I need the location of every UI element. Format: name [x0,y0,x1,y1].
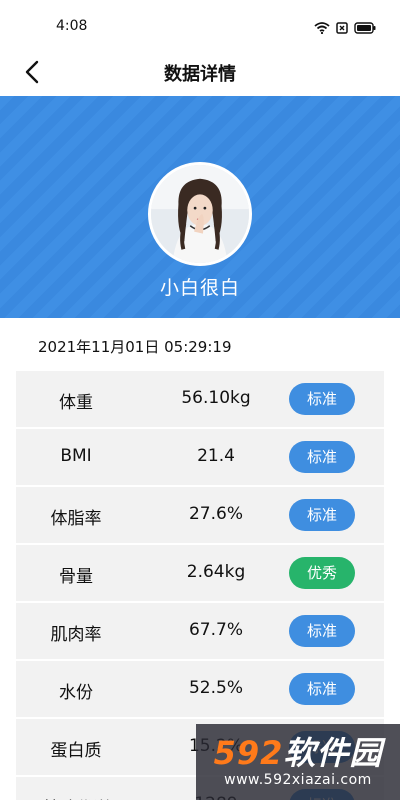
status-bar: 4:08 [0,0,400,48]
metric-row: 体重 56.10kg 标准 [16,371,384,427]
metric-row: BMI 21.4 标准 [16,429,384,485]
username: 小白很白 [159,277,240,299]
metric-name: 蛋白质 [50,741,102,761]
metric-status-badge: 标准 [289,441,355,473]
metric-row: 骨量 2.64kg 优秀 [16,545,384,601]
metric-row: 水份 52.5% 标准 [16,661,384,717]
nav-bar: 数据详情 [0,48,400,96]
metric-name: 体脂率 [50,509,102,529]
status-icons [314,19,376,38]
metric-status-badge: 标准 [289,615,355,647]
avatar [148,162,252,266]
metric-name: 肌肉率 [50,625,102,645]
wifi-icon [314,19,330,38]
metric-name: 骨量 [59,567,93,587]
metric-status-badge: 标准 [289,673,355,705]
metric-name: 体重 [59,393,93,413]
sim-icon [336,19,348,38]
watermark-logo: 592软件园 www.592xiazai.com [196,724,400,800]
metric-name: BMI [60,446,92,466]
metric-name: 基础代谢 [16,794,136,800]
watermark-logo-text: 592软件园 [196,728,400,774]
watermark-url: www.592xiazai.com [224,772,372,788]
metric-value: 52.5% [188,678,243,698]
metric-value: 21.4 [197,446,235,466]
metric-status-badge: 优秀 [289,557,355,589]
measurement-datetime: 2021年11月01日 05:29:19 [38,338,232,356]
metric-value: 67.7% [188,620,243,640]
metric-row: 肌肉率 67.7% 标准 [16,603,384,659]
watermark-logo-number: 592 [213,734,284,772]
metric-value: 2.64kg [186,562,246,582]
metric-value: 56.10kg [181,388,251,408]
page-title: 数据详情 [164,64,236,85]
metric-status-badge: 标准 [289,499,355,531]
metric-status-badge: 标准 [289,383,355,415]
battery-icon [354,19,376,38]
watermark-logo-name: 软件园 [283,734,383,772]
metric-name: 水份 [59,683,93,703]
status-time: 4:08 [56,18,88,34]
metric-value: 27.6% [188,504,243,524]
metric-row: 体脂率 27.6% 标准 [16,487,384,543]
avatar-photo [151,165,249,263]
